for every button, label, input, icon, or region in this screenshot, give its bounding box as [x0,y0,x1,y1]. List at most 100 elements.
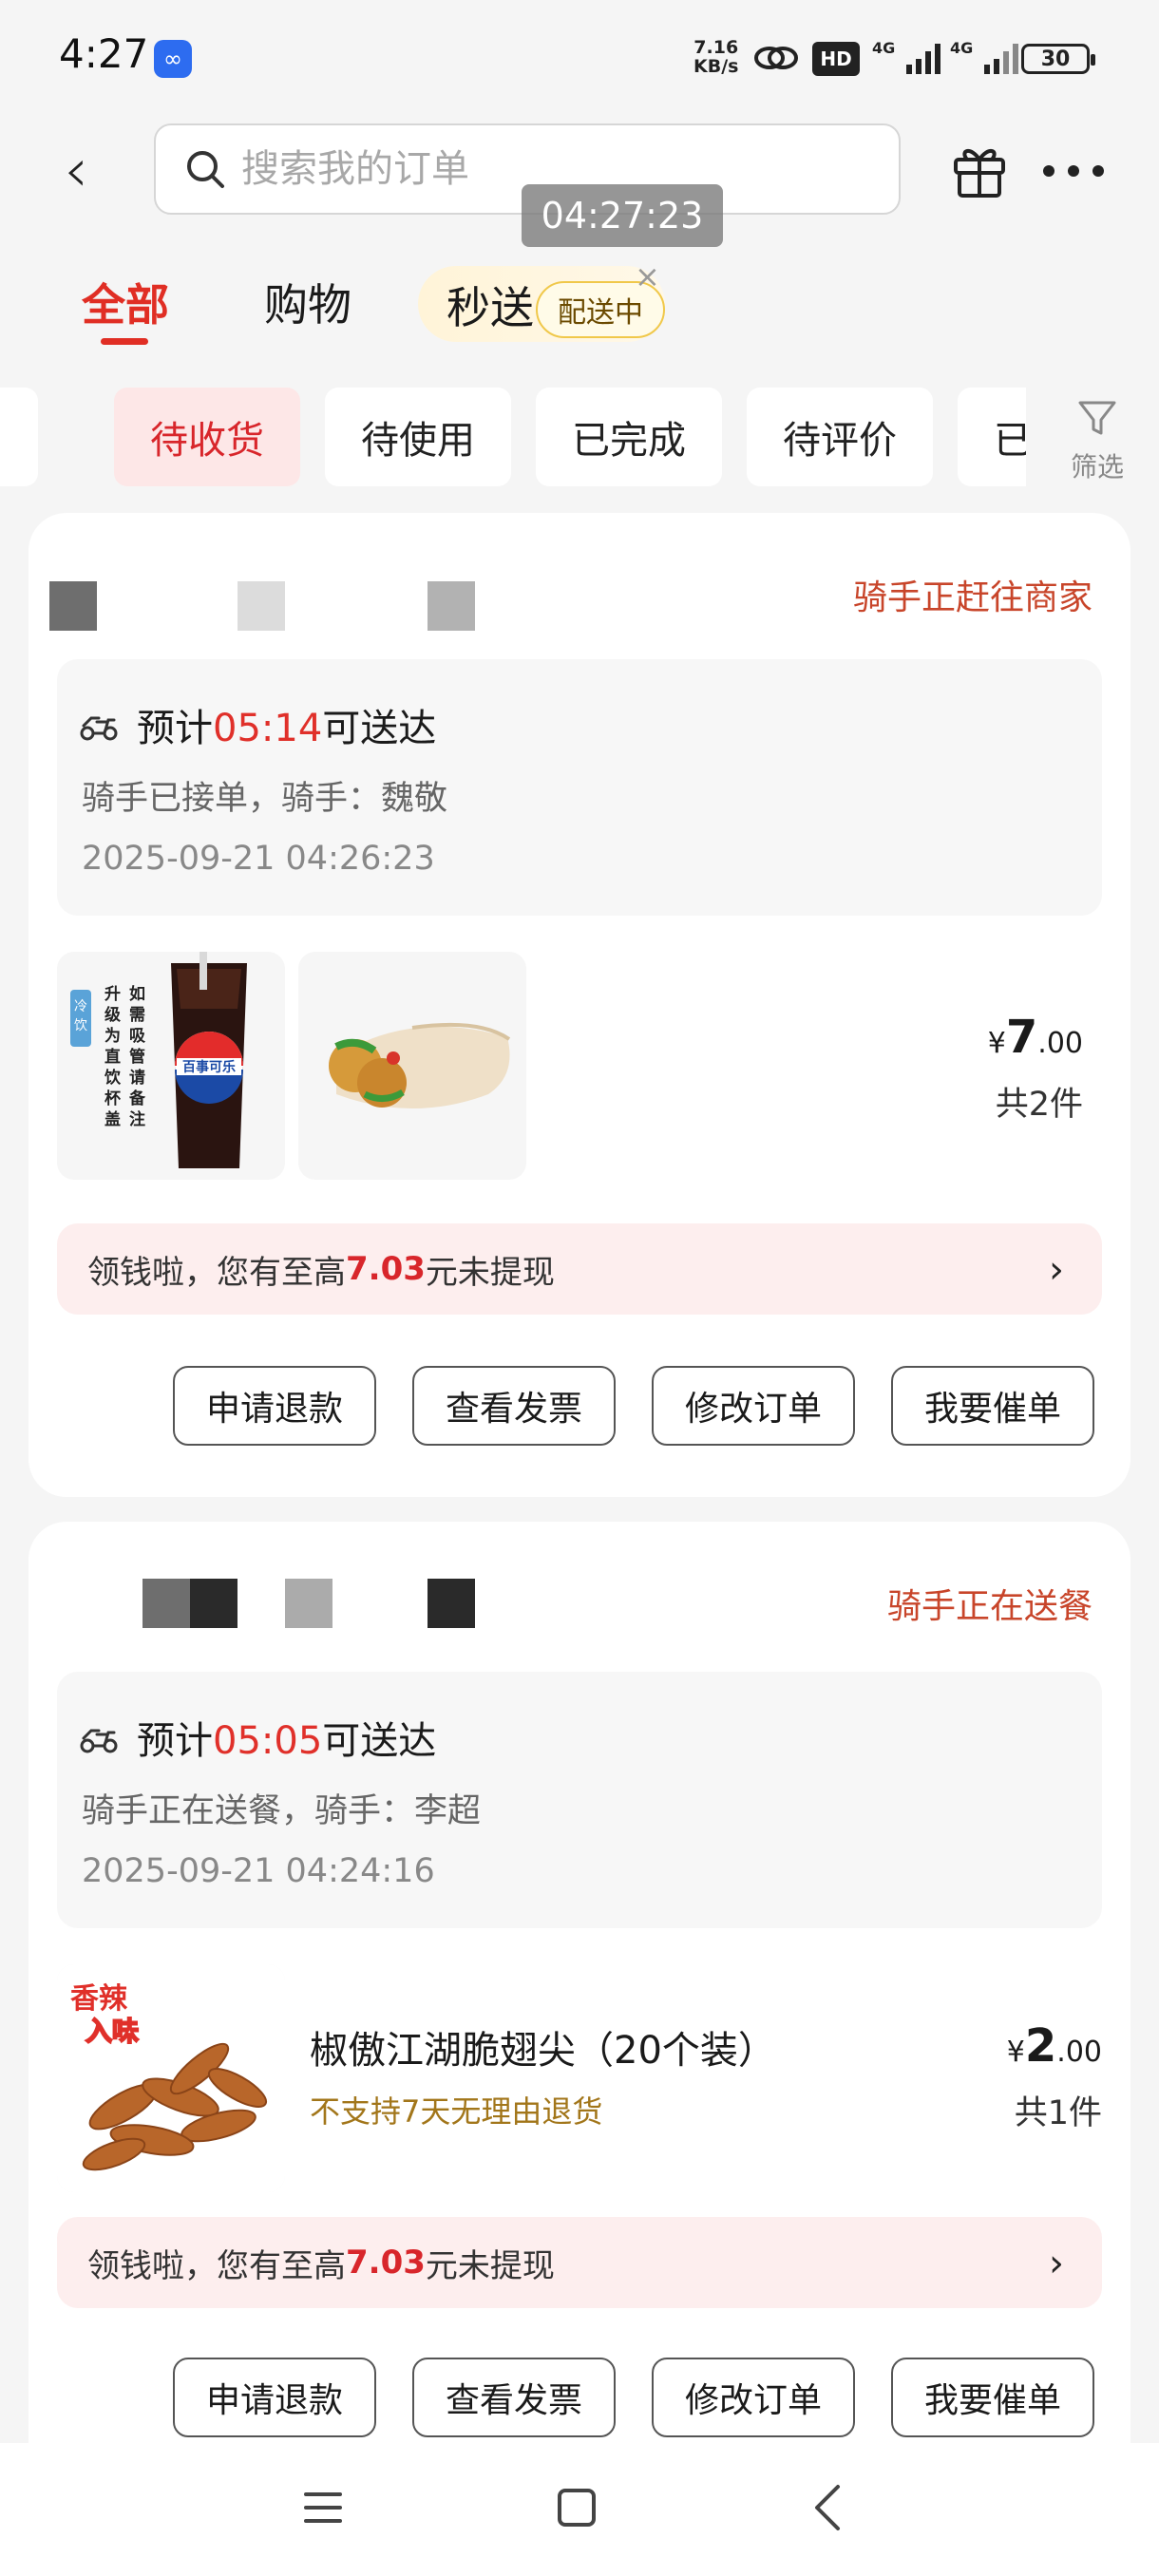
back-button[interactable]: ‹ [52,133,100,209]
chevron-right-icon: › [1049,2242,1064,2285]
cash-withdraw-banner[interactable]: 领钱啦，您有至高 7.03 元未提现 › [57,1223,1102,1315]
price-value: ¥2.00 [1007,2019,1102,2073]
store-name-redacted [238,581,285,631]
eta-text: 预计05:05可送达 [137,1710,436,1765]
order-card[interactable]: 骑手正在送餐 预计05:05可送达 骑手正在送餐，骑手：李超 2025-09-2… [28,1522,1130,2576]
modify-order-button[interactable]: 修改订单 [652,2358,855,2437]
eta-suffix: 可送达 [322,707,437,750]
eta-time: 05:14 [213,707,323,750]
currency-symbol: ¥ [987,1027,1006,1060]
store-name-redacted [428,581,475,631]
filter-label: 筛选 [1070,451,1124,483]
more-options-icon[interactable] [1043,150,1104,192]
delivery-info: 预计05:05可送达 骑手正在送餐，骑手：李超 2025-09-21 04:24… [57,1672,1102,1928]
tab-shopping[interactable]: 购物 [264,271,352,333]
scooter-icon [80,716,118,741]
chevron-right-icon: › [1049,1248,1064,1292]
cola-image: 冷 饮 升级为直饮杯盖 如需吸管请备注 百事可乐 [70,952,247,1168]
refund-button[interactable]: 申请退款 [173,1366,376,1446]
store-name-redacted [49,581,97,631]
cola-brand: 百事可乐 [182,1059,236,1075]
signal-label-2: 4G [950,39,973,57]
hd-voice-icon: HD [812,42,860,76]
home-icon[interactable] [556,2487,598,2529]
store-name-redacted [285,1579,332,1628]
price-value: ¥7.00 [987,1011,1083,1064]
chip-refund[interactable]: 款 [0,388,38,486]
svg-text:吸: 吸 [129,1027,146,1046]
chicken-wings-image: 香辣 入味 [57,1964,285,2192]
svg-text:如: 如 [129,984,145,1004]
store-name-redacted [190,1579,238,1628]
return-policy: 不支持7天无理由退货 [310,2093,603,2130]
rider-info: 骑手已接单，骑手：魏敬 [82,780,448,818]
price-integer: 7 [1005,1011,1038,1064]
chip-more[interactable]: 已 [958,388,1026,486]
search-icon [187,151,224,188]
signal-label: 4G [872,39,895,57]
delivery-info: 预计05:14可送达 骑手已接单，骑手：魏敬 2025-09-21 04:26:… [57,659,1102,916]
status-filter-chips: 款 待收货 待使用 已完成 待评价 已 [0,388,1026,486]
product-name: 椒傲江湖脆翅尖（20个装） [310,2029,776,2073]
signal-icon-2: 4G [950,39,1018,74]
menu-icon[interactable] [302,2487,344,2529]
link-icon [754,47,798,69]
chip-pending-receipt[interactable]: 待收货 [114,388,300,486]
rider-info: 骑手正在送餐，骑手：李超 [82,1792,482,1830]
wings-badge-2: 入味 [86,2016,139,2047]
signal-icon: 4G [872,39,940,74]
status-time: 4:27 [59,30,149,77]
urge-order-button[interactable]: 我要催单 [891,2358,1094,2437]
cash-amount: 7.03 [346,1250,426,1288]
tab-all[interactable]: 全部 [82,271,169,333]
store-name-redacted [142,1579,190,1628]
eta-prefix: 预计 [137,1719,213,1763]
svg-text:直: 直 [104,1047,121,1067]
chicken-wrap-image [329,1022,511,1108]
svg-text:级: 级 [104,1005,121,1025]
urge-order-button[interactable]: 我要催单 [891,1366,1094,1446]
eta-time: 05:05 [213,1719,323,1763]
price-integer: 2 [1024,2019,1057,2073]
order-card[interactable]: 骑手正赶往商家 预计05:14可送达 骑手已接单，骑手：魏敬 2025-09-2… [28,513,1130,1497]
order-price: ¥7.00 共2件 [988,1011,1083,1126]
svg-text:请: 请 [129,1069,145,1088]
chip-pending-review[interactable]: 待评价 [747,388,933,486]
svg-text:为: 为 [104,1026,121,1046]
order-status: 骑手正在送餐 [886,1587,1092,1626]
cash-amount: 7.03 [346,2244,426,2282]
item-count: 共1件 [1014,2094,1102,2132]
price-decimal: .00 [1037,1027,1083,1060]
order-price: ¥2.00 共1件 [1007,2019,1102,2134]
chip-completed[interactable]: 已完成 [536,388,722,486]
tab-active-indicator [101,338,148,345]
wings-badge-1: 香辣 [70,1982,128,2016]
eta-suffix: 可送达 [322,1719,437,1763]
modify-order-button[interactable]: 修改订单 [652,1366,855,1446]
gift-icon[interactable] [950,141,1009,199]
battery-icon: 30 [1021,44,1095,74]
product-thumbnail-cola[interactable]: 冷 饮 升级为直饮杯盖 如需吸管请备注 百事可乐 [57,952,285,1180]
filter-button[interactable]: 筛选 [1064,397,1130,484]
cash-withdraw-banner[interactable]: 领钱啦，您有至高 7.03 元未提现 › [57,2217,1102,2308]
net-speed-value: 7.16 [694,37,739,58]
product-thumbnail-wings[interactable]: 香辣 入味 [57,1964,285,2192]
time-overlay: 04:27:23 [522,184,723,247]
svg-text:饮: 饮 [104,1068,122,1088]
cold-drink-tag: 冷 [74,999,87,1014]
back-nav-icon[interactable] [809,2481,847,2534]
scooter-icon [80,1729,118,1753]
net-speed-unit: KB/s [694,56,739,77]
item-count: 共2件 [995,1086,1083,1124]
refund-button[interactable]: 申请退款 [173,2358,376,2437]
svg-text:盖: 盖 [104,1109,121,1129]
product-thumbnail-wrap[interactable] [298,952,526,1180]
invoice-button[interactable]: 查看发票 [412,2358,616,2437]
filter-icon [1078,401,1116,435]
svg-text:升: 升 [104,985,121,1004]
close-icon[interactable]: × [635,258,660,294]
tab-express-label: 秒送 [446,282,534,333]
invoice-button[interactable]: 查看发票 [412,1366,616,1446]
chip-pending-use[interactable]: 待使用 [325,388,511,486]
cash-prefix: 领钱啦，您有至高 [87,1253,346,1292]
